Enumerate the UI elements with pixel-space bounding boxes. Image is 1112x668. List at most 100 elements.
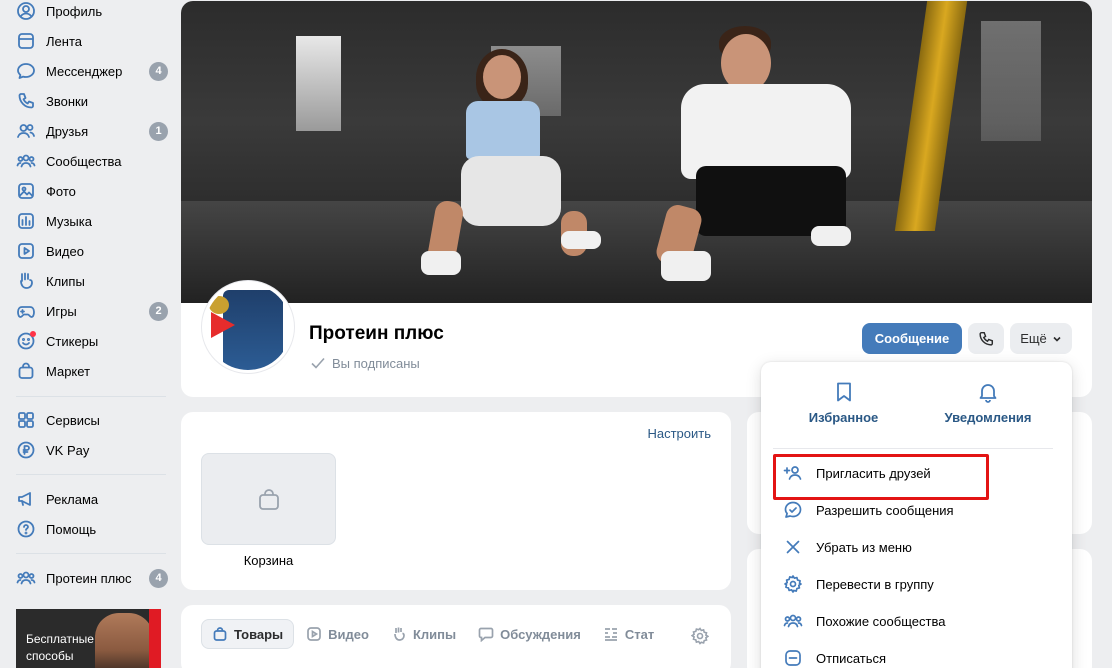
sidebar-item-label: Сервисы bbox=[46, 412, 100, 428]
user-circle-icon bbox=[16, 1, 36, 21]
communities-icon bbox=[16, 151, 36, 171]
sidebar-item-label: Помощь bbox=[46, 521, 97, 537]
cart-tile[interactable] bbox=[201, 453, 336, 545]
market-bag-icon bbox=[16, 361, 36, 381]
message-button[interactable]: Сообщение bbox=[862, 323, 962, 354]
cover-image bbox=[181, 1, 1092, 303]
unsubscribe-item[interactable]: Отписаться bbox=[783, 643, 1043, 668]
subscription-status[interactable]: Вы подписаны bbox=[310, 355, 420, 371]
notifications-button[interactable]: Уведомления bbox=[929, 380, 1047, 425]
highlight-annotation bbox=[773, 454, 989, 500]
sidebar-item-group[interactable]: Протеин плюс 4 bbox=[8, 564, 170, 592]
bookmark-icon bbox=[836, 382, 851, 402]
sidebar-item-video[interactable]: Видео bbox=[8, 237, 170, 265]
sidebar-item-label: Реклама bbox=[46, 491, 99, 507]
more-dropdown-menu: Избранное Уведомления Пригласить друзей … bbox=[761, 362, 1072, 668]
sidebar-item-ads[interactable]: Реклама bbox=[8, 485, 170, 513]
sidebar-item-label: Фото bbox=[46, 183, 76, 199]
sidebar-item-label: Лента bbox=[46, 33, 82, 49]
unread-badge: 4 bbox=[149, 61, 168, 81]
group-title: Протеин плюс bbox=[309, 323, 444, 344]
favorites-label: Избранное bbox=[808, 410, 879, 425]
bag-icon bbox=[213, 627, 227, 641]
left-sidebar: Профиль Лента Мессенджер 4 Звонки Друзья… bbox=[0, 0, 175, 668]
cross-icon bbox=[786, 540, 800, 554]
tab-clips[interactable]: Клипы bbox=[381, 619, 466, 649]
sidebar-item-market[interactable]: Маркет bbox=[8, 357, 170, 385]
tab-label: Стат bbox=[624, 626, 655, 642]
notifications-label: Уведомления bbox=[944, 410, 1032, 425]
tabs-bar: Товары Видео Клипы Обсуждения Стат bbox=[201, 619, 681, 651]
vkpay-icon bbox=[16, 440, 36, 460]
menu-item-label: Отписаться bbox=[816, 650, 887, 666]
tab-label: Клипы bbox=[412, 626, 457, 642]
phone-icon bbox=[979, 331, 994, 346]
sidebar-item-label: Звонки bbox=[46, 93, 88, 109]
sidebar-divider bbox=[16, 553, 166, 554]
message-icon bbox=[16, 61, 36, 81]
avatar-product bbox=[223, 290, 283, 370]
stats-icon bbox=[604, 628, 617, 641]
favorites-button[interactable]: Избранное bbox=[791, 380, 896, 425]
allow-messages-icon bbox=[784, 501, 802, 518]
tab-video[interactable]: Видео bbox=[296, 619, 379, 649]
configure-link[interactable]: Настроить bbox=[647, 426, 711, 441]
tab-products[interactable]: Товары bbox=[201, 619, 295, 649]
award-badge bbox=[209, 296, 229, 314]
tab-discussions[interactable]: Обсуждения bbox=[468, 619, 591, 649]
sidebar-item-games[interactable]: Игры 2 bbox=[8, 297, 170, 325]
communities-icon bbox=[16, 568, 36, 588]
tab-label: Видео bbox=[328, 626, 369, 642]
sidebar-item-label: Видео bbox=[46, 243, 84, 259]
similar-communities-icon bbox=[783, 614, 803, 628]
ad-text: Бесплатные способы bbox=[26, 632, 94, 663]
market-card: Настроить Корзина bbox=[181, 412, 731, 590]
sidebar-item-clips[interactable]: Клипы bbox=[8, 267, 170, 295]
content-tabs-card: Товары Видео Клипы Обсуждения Стат bbox=[181, 605, 731, 668]
similar-communities-item[interactable]: Похожие сообщества bbox=[783, 606, 1043, 636]
sidebar-divider bbox=[16, 474, 166, 475]
dropdown-quick-actions: Избранное Уведомления bbox=[761, 362, 1072, 448]
group-badge: 4 bbox=[149, 568, 168, 588]
checkmark-icon bbox=[311, 357, 325, 369]
tab-stats[interactable]: Стат bbox=[593, 619, 664, 649]
convert-to-group-item[interactable]: Перевести в группу bbox=[783, 569, 1043, 599]
tab-label: Обсуждения bbox=[500, 626, 581, 642]
sidebar-item-profile[interactable]: Профиль bbox=[8, 0, 170, 25]
friends-icon bbox=[16, 121, 36, 141]
dropdown-divider bbox=[773, 448, 1053, 449]
sidebar-item-help[interactable]: Помощь bbox=[8, 515, 170, 543]
group-avatar[interactable] bbox=[202, 281, 294, 373]
more-button[interactable]: Ещё bbox=[1010, 323, 1072, 354]
sidebar-item-music[interactable]: Музыка bbox=[8, 207, 170, 235]
sidebar-item-photo[interactable]: Фото bbox=[8, 177, 170, 205]
sidebar-item-vkpay[interactable]: VK Pay bbox=[8, 436, 170, 464]
sidebar-item-friends[interactable]: Друзья 1 bbox=[8, 117, 170, 145]
sidebar-item-label: Сообщества bbox=[46, 153, 122, 169]
games-badge: 2 bbox=[149, 301, 168, 321]
call-button[interactable] bbox=[968, 323, 1004, 354]
photo-icon bbox=[16, 181, 36, 201]
more-label: Ещё bbox=[1020, 331, 1047, 346]
phone-icon bbox=[16, 91, 36, 111]
tabs-settings-button[interactable] bbox=[690, 627, 710, 645]
ad-accent bbox=[149, 609, 161, 668]
unsubscribe-icon bbox=[785, 650, 801, 666]
services-icon bbox=[16, 410, 36, 430]
ad-banner[interactable]: Бесплатные способы bbox=[16, 609, 161, 668]
subscription-label: Вы подписаны bbox=[332, 355, 420, 371]
sidebar-item-calls[interactable]: Звонки bbox=[8, 87, 170, 115]
friends-badge: 1 bbox=[149, 121, 168, 141]
sidebar-item-messenger[interactable]: Мессенджер 4 bbox=[8, 57, 170, 85]
discussion-icon bbox=[478, 627, 494, 642]
menu-item-label: Разрешить сообщения bbox=[816, 502, 954, 518]
music-icon bbox=[16, 211, 36, 231]
group-header-card: Протеин плюс Вы подписаны Сообщение Ещё bbox=[181, 1, 1092, 397]
sidebar-item-services[interactable]: Сервисы bbox=[8, 406, 170, 434]
sidebar-item-label: Стикеры bbox=[46, 333, 99, 349]
menu-item-label: Убрать из меню bbox=[816, 539, 912, 555]
sidebar-item-feed[interactable]: Лента bbox=[8, 27, 170, 55]
sidebar-item-stickers[interactable]: Стикеры bbox=[8, 327, 170, 355]
remove-from-menu-item[interactable]: Убрать из меню bbox=[783, 532, 1043, 562]
sidebar-item-communities[interactable]: Сообщества bbox=[8, 147, 170, 175]
